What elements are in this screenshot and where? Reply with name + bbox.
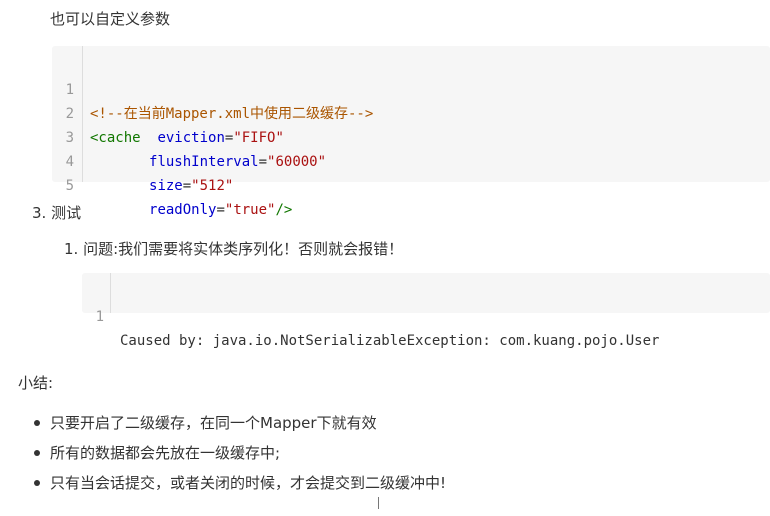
code-line: 4 size="512" [52,126,770,194]
xml-tag-close: /> [275,202,293,218]
code-line: 1 Caused by: java.io.NotSerializableExce… [82,281,770,349]
xml-attribute-name: size [149,178,183,194]
xml-code-block: 1 <!--在当前Mapper.xml中使用二级缓存--> 2 <cache e… [52,46,770,218]
summary-list: 只要开启了二级缓存，在同一个Mapper下就有效 所有的数据都会先放在一级缓存中… [30,412,446,502]
bullet-icon [34,480,40,486]
summary-title: 小结: [18,374,54,392]
line-number: 1 [95,309,104,325]
list-item-text: 只要开启了二级缓存，在同一个Mapper下就有效 [50,414,377,432]
section-item: 1. 问题:我们需要将实体类序列化！否则就会报错！ [64,240,404,258]
intro-paragraph: 也可以自定义参数 [50,10,171,28]
code-line: 2 <cache eviction="FIFO" [52,78,770,146]
text-cursor-icon [378,497,379,509]
error-message: Caused by: java.io.NotSerializableExcept… [120,333,660,349]
section-heading: 3. 测试 [32,204,82,222]
xml-attribute-name: readOnly [149,202,217,218]
bullet-icon [34,420,40,426]
list-item: 只要开启了二级缓存，在同一个Mapper下就有效 [30,412,446,442]
list-item-text: 所有的数据都会先放在一级缓存中; [50,444,281,462]
list-item: 所有的数据都会先放在一级缓存中; [30,442,446,472]
bullet-icon [34,450,40,456]
list-item: 只有当会话提交，或者关闭的时候，才会提交到二级缓冲中! [30,472,446,502]
error-code-block: 1 Caused by: java.io.NotSerializableExce… [82,273,770,349]
list-item-text: 只有当会话提交，或者关闭的时候，才会提交到二级缓冲中! [50,474,447,492]
xml-attribute-value: "true" [224,202,276,218]
code-line: 5 readOnly="true"/> [52,150,770,218]
xml-attribute-value: "512" [191,178,234,194]
code-line: 1 <!--在当前Mapper.xml中使用二级缓存--> [52,54,770,122]
code-line: 3 flushInterval="60000" [52,102,770,170]
line-number: 5 [65,178,74,194]
